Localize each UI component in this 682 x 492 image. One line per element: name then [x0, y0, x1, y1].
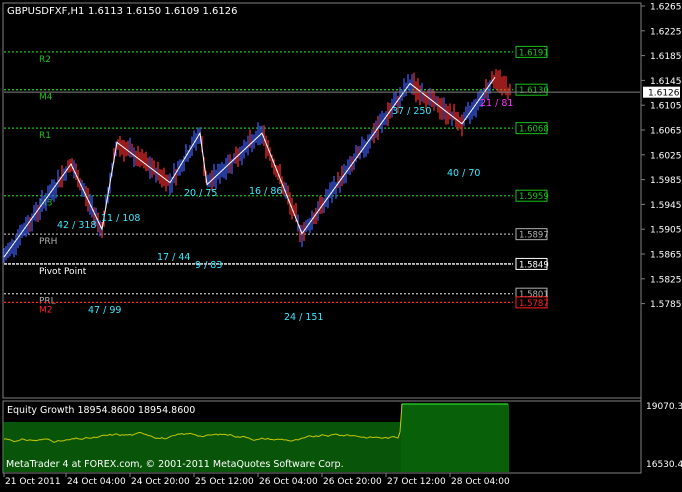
level-label: R1	[39, 131, 51, 141]
price-tick-label: 1.6025	[650, 151, 682, 161]
zigzag-label: 16 / 86	[249, 186, 282, 197]
zigzag-labels: 42 / 318 47 / 99 11 / 108 17 / 44 20 / 75 9 /…	[57, 98, 513, 323]
zigzag-label: 24 / 151	[284, 312, 323, 323]
copyright-text: MetaTrader 4 at FOREX.com, © 2001-2011 M…	[6, 459, 344, 470]
zigzag-label: 11 / 108	[101, 213, 140, 224]
zigzag-label: 21 / 81	[480, 98, 513, 109]
zigzag-label: 17 / 44	[157, 252, 190, 263]
level-label: Pivot Point	[39, 267, 87, 277]
zigzag-label: 40 / 70	[447, 168, 480, 179]
level-value-label: 1.5849	[519, 260, 549, 270]
level-value-label: 1.6068	[519, 125, 549, 135]
level-value-label: 1.5787	[519, 299, 549, 309]
price-tick-label: 1.5905	[650, 226, 682, 236]
price-tick-label: 1.5865	[650, 251, 682, 261]
time-tick-label: 26 Oct 20:00	[323, 477, 382, 487]
chart-canvas[interactable]: R21.6191M41.6130R11.6068M31.5959PRH1.589…	[0, 0, 682, 488]
zigzag-label: 47 / 99	[88, 305, 121, 316]
level-label: M2	[39, 305, 53, 315]
time-tick-label: 27 Oct 12:00	[387, 477, 446, 487]
equity-tick-label: 16530.4	[646, 460, 682, 470]
time-tick-label: 21 Oct 2011	[5, 477, 61, 487]
price-tick-label: 1.6145	[650, 77, 682, 87]
price-tick-label: 1.5785	[650, 300, 682, 310]
time-tick-label: 26 Oct 04:00	[259, 477, 318, 487]
equity-title: Equity Growth 18954.8600 18954.8600	[7, 405, 195, 416]
level-value-label: 1.6130	[519, 86, 549, 96]
time-tick-label: 24 Oct 20:00	[131, 477, 190, 487]
zigzag-label: 20 / 75	[184, 188, 217, 199]
level-value-label: 1.6191	[519, 48, 549, 58]
price-tick-label: 1.5825	[650, 275, 682, 285]
price-tick-label: 1.6265	[650, 3, 682, 13]
price-tick-label: 1.6065	[650, 127, 682, 137]
level-label: R2	[39, 55, 51, 65]
pivot-levels: R21.6191M41.6130R11.6068M31.5959PRH1.589…	[4, 45, 549, 315]
ohlc-readout: 1.6113 1.6150 1.6109 1.6126	[88, 6, 238, 17]
zigzag-label: 42 / 318	[57, 220, 96, 231]
current-price-label: 1.6126	[648, 89, 680, 99]
time-tick-label: 25 Oct 12:00	[195, 477, 254, 487]
price-tick-label: 1.6105	[650, 102, 682, 112]
symbol-label: GBPUSDFXF,H1	[7, 6, 84, 17]
price-tick-label: 1.6225	[650, 27, 682, 37]
zigzag-label: 9 / 83	[195, 260, 222, 271]
time-tick-label: 24 Oct 04:00	[67, 477, 126, 487]
zigzag-label: 37 / 250	[392, 106, 431, 117]
price-tick-label: 1.5985	[650, 176, 682, 186]
equity-tick-label: 19070.3	[646, 402, 682, 412]
metatrader-window: R21.6191M41.6130R11.6068M31.5959PRH1.589…	[0, 0, 682, 488]
price-tick-label: 1.5945	[650, 201, 682, 211]
level-value-label: 1.5959	[519, 192, 549, 202]
level-label: PRH	[39, 237, 57, 247]
price-axis: 1.6265 1.6225 1.6185 1.6145 1.6105 1.6065 1.60…	[641, 3, 682, 310]
price-tick-label: 1.6185	[650, 52, 682, 62]
time-tick-label: 28 Oct 04:00	[451, 477, 510, 487]
time-axis: 21 Oct 2011 24 Oct 04:00 24 Oct 20:00 25 Oc…	[3, 473, 510, 487]
level-value-label: 1.5897	[519, 231, 549, 241]
level-label: M4	[39, 93, 53, 103]
